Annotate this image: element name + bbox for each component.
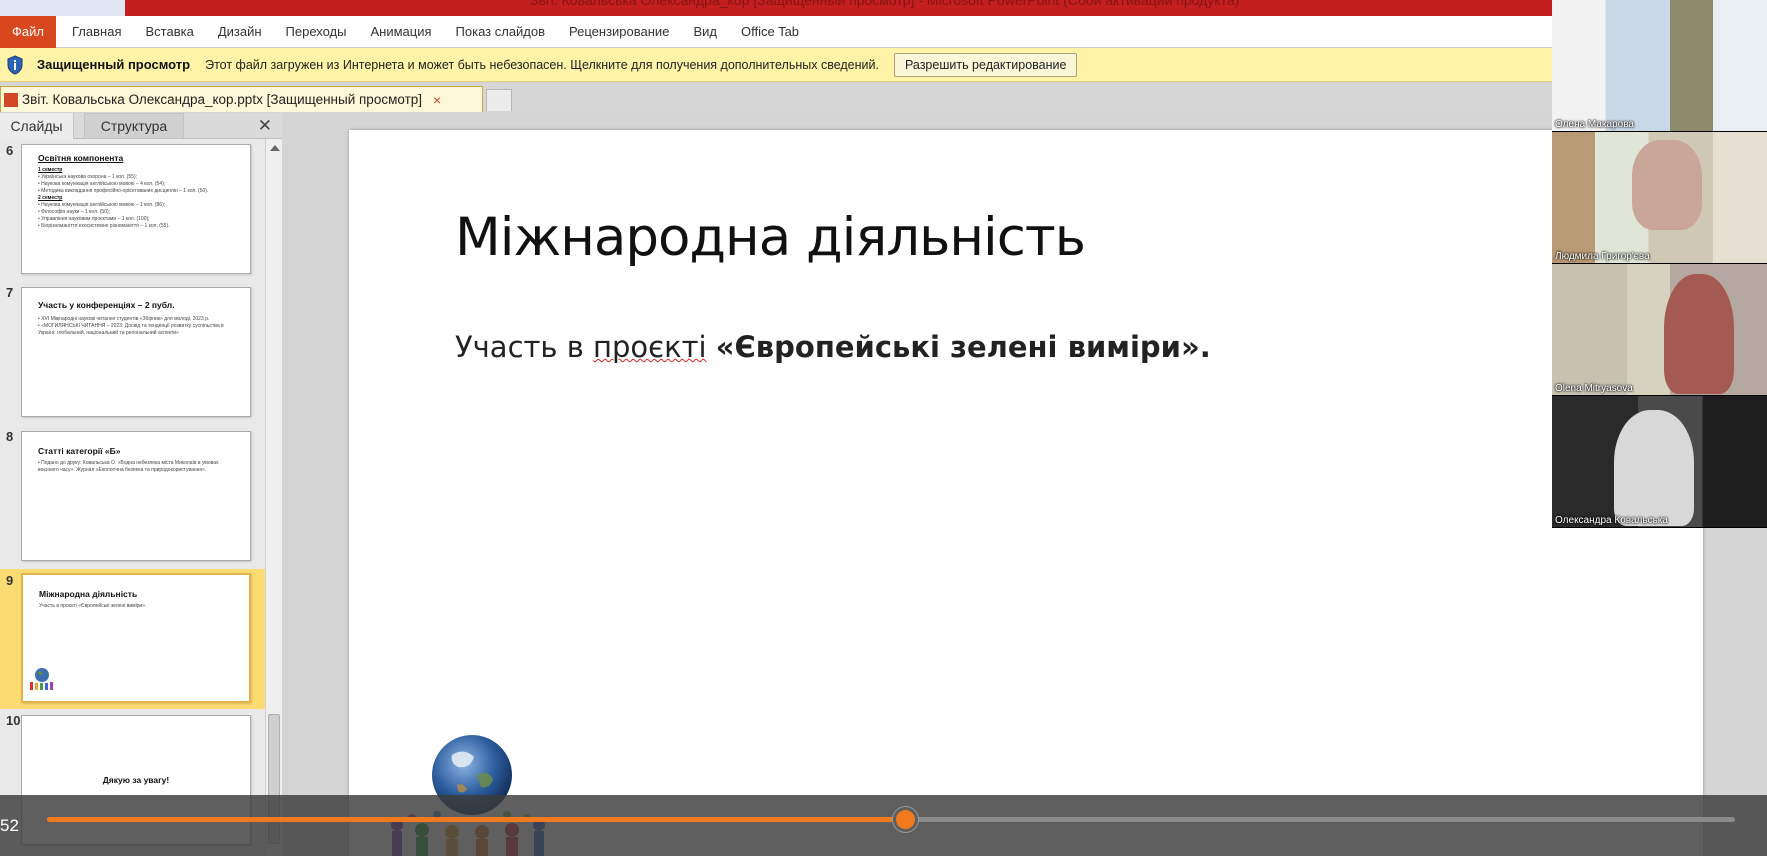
seek-bar-progress [47, 817, 905, 822]
participant-name: Olena Mitryasova [1555, 383, 1633, 394]
participant-tile[interactable]: Олександра Ковальська [1552, 396, 1767, 528]
slide-number: 9 [6, 573, 14, 588]
document-tab-label: Звіт. Ковальська Олександра_кор.pptx [За… [22, 92, 423, 107]
person-silhouette [1614, 410, 1694, 526]
participant-tile[interactable]: Олена Макарова [1552, 0, 1767, 132]
file-tab[interactable]: Файл [0, 15, 56, 48]
slide-number: 8 [6, 429, 14, 444]
new-tab-button[interactable] [486, 89, 512, 111]
shield-info-icon [5, 54, 25, 75]
thumb-line: • Подано до друку: Ковальська О. «Водна … [38, 460, 219, 473]
protected-view-title: Защищенный просмотр [37, 57, 191, 72]
enable-editing-button[interactable]: Разрешить редактирование [893, 52, 1078, 77]
slide-number: 7 [6, 285, 14, 300]
slide-preview: Міжнародна діяльність Участь в проєкті «… [21, 573, 251, 703]
thumb-title: Статті категорії «Б» [38, 446, 121, 456]
document-tab-bar: Звіт. Ковальська Олександра_кор.pptx [За… [0, 84, 1552, 112]
tab-office-tab[interactable]: Office Tab [729, 16, 811, 48]
quick-access-toolbar[interactable] [0, 0, 125, 16]
slide-preview: Статті категорії «Б» • Подано до друку: … [21, 431, 251, 561]
window-title: Звіт. Ковальська Олександра_кор [Защищен… [530, 0, 1240, 8]
playback-time: 52 [0, 816, 19, 835]
tab-view[interactable]: Вид [681, 16, 729, 48]
thumb-line: • Біорізноманіття екосистемне різноманіт… [38, 223, 170, 229]
tab-outline[interactable]: Структура [84, 113, 184, 139]
thumb-line: • Українська наукова охорона – 1 кол. (5… [38, 174, 138, 180]
seek-bar[interactable] [47, 807, 1735, 832]
thumb-line: Участь в проєкті «Європейські зелені вим… [39, 603, 147, 609]
slide-thumbnail-6[interactable]: 6 Освітня компонента 1 семестр • Українс… [0, 139, 265, 281]
close-pane-icon[interactable]: ✕ [258, 116, 272, 136]
slides-pane: Слайды Структура ✕ 6 Освітня компонента … [0, 113, 282, 856]
close-tab-icon[interactable]: × [433, 92, 441, 108]
document-tab[interactable]: Звіт. Ковальська Олександра_кор.pptx [За… [0, 86, 483, 112]
seek-knob[interactable] [892, 807, 918, 832]
thumb-line: • «МОГИЛЯНСЬКІ ЧИТАННЯ – 2023: Досвід та… [38, 323, 224, 336]
thumb-line: • Управління науковим проєктами – 1 кол.… [38, 216, 150, 222]
tab-transitions[interactable]: Переходы [274, 16, 359, 48]
slide-thumbnail-7[interactable]: 7 Участь у конференціях – 2 публ. • XVI … [0, 281, 265, 425]
participant-tile[interactable]: Olena Mitryasova [1552, 264, 1767, 396]
thumb-title: Участь у конференціях – 2 публ. [38, 300, 175, 310]
project-name: «Європейські зелені виміри». [715, 330, 1211, 364]
powerpoint-file-icon [4, 92, 18, 107]
video-player-controls: 52 [0, 795, 1767, 856]
thumbnail-scrollbar[interactable] [265, 139, 282, 856]
thumb-title: Дякую за увагу! [102, 775, 170, 785]
slide-thumbnail-9[interactable]: 9 Міжнародна діяльність Участь в проєкті… [0, 569, 265, 709]
thumb-title: Міжнародна діяльність [39, 589, 138, 599]
slide-thumbnail-list: 6 Освітня компонента 1 семестр • Українс… [0, 139, 265, 856]
tab-slide-show[interactable]: Показ слайдов [444, 16, 558, 48]
slide-preview: Участь у конференціях – 2 публ. • XVI Мі… [21, 287, 251, 417]
misspelled-word: проєкті [593, 330, 707, 364]
thumb-line: • Методика викладання професійно-орієнто… [38, 188, 209, 194]
title-bar: Звіт. Ковальська Олександра_кор [Защищен… [0, 0, 1552, 16]
current-slide[interactable]: Міжнародна діяльність Участь в проєкті «… [349, 130, 1703, 856]
tab-review[interactable]: Рецензирование [557, 16, 681, 48]
participant-tile[interactable]: Людмила Григор'єва [1552, 132, 1767, 264]
slide-body[interactable]: Участь в проєкті «Європейські зелені вим… [455, 330, 1211, 364]
thumb-line: • XVI Міжнародні наукові читання студент… [38, 316, 210, 322]
slide-thumbnail-8[interactable]: 8 Статті категорії «Б» • Подано до друку… [0, 425, 265, 569]
thumb-title: Освітня компонента [38, 153, 124, 163]
participant-name: Людмила Григор'єва [1555, 251, 1650, 262]
participant-name: Олександра Ковальська [1555, 515, 1668, 526]
ribbon-tabs: Файл Главная Вставка Дизайн Переходы Ани… [0, 15, 1552, 48]
slide-preview: Освітня компонента 1 семестр • Українськ… [21, 144, 251, 274]
tab-home[interactable]: Главная [60, 16, 133, 48]
tab-design[interactable]: Дизайн [206, 16, 274, 48]
slide-number: 10 [6, 713, 21, 728]
thumb-line: • Наукова комунікація англійською мовою … [38, 202, 166, 208]
protected-view-bar: Защищенный просмотр Этот файл загружен и… [0, 48, 1552, 82]
scroll-up-icon[interactable] [270, 145, 280, 151]
slide-editing-area: Міжнародна діяльність Участь в проєкті «… [283, 113, 1703, 856]
video-participants-panel: Олена Макарова Людмила Григор'єва Olena … [1552, 0, 1767, 528]
thumb-line: 2 семестр [38, 195, 63, 201]
tab-insert[interactable]: Вставка [133, 16, 205, 48]
protected-view-message[interactable]: Этот файл загружен из Интернета и может … [205, 58, 879, 72]
person-silhouette [1632, 140, 1702, 230]
thumb-line: 1 семестр [38, 167, 63, 173]
thumb-line: • Філософія науки – 1 кол. (50); [38, 209, 111, 215]
thumb-line: • Наукова комунікація англійською мовою … [38, 181, 166, 187]
globe-thumb-icon [27, 666, 57, 697]
person-silhouette [1664, 274, 1734, 394]
tab-slides[interactable]: Слайды [0, 113, 74, 139]
participant-name: Олена Макарова [1555, 119, 1634, 130]
tab-animations[interactable]: Анимация [359, 16, 444, 48]
slide-title[interactable]: Міжнародна діяльність [455, 207, 1086, 268]
pane-tabs: Слайды Структура ✕ [0, 113, 282, 139]
slide-number: 6 [6, 143, 14, 158]
